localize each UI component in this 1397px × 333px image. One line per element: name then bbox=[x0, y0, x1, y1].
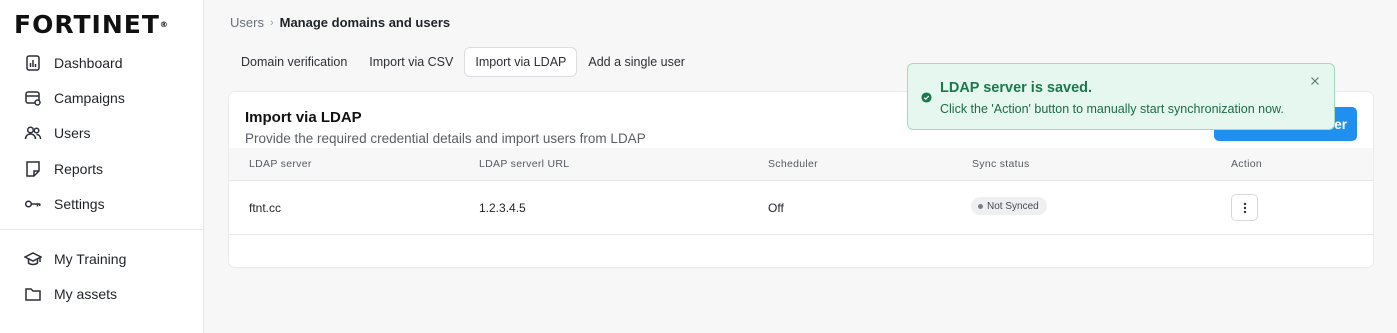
toast-message: Click the 'Action' button to manually st… bbox=[940, 102, 1284, 116]
more-vertical-icon bbox=[1243, 202, 1246, 213]
graduation-cap-icon bbox=[24, 252, 42, 266]
sidebar-divider bbox=[0, 229, 203, 230]
sidebar: FORTINET® Dashboard Campaigns Users Repo… bbox=[0, 0, 204, 333]
sidebar-item-my-training[interactable]: My Training bbox=[24, 246, 194, 272]
sidebar-item-label: Settings bbox=[54, 196, 105, 212]
table-header: LDAP server LDAP serverl URL Scheduler S… bbox=[229, 148, 1373, 181]
sidebar-item-label: My Training bbox=[54, 251, 127, 267]
card-subtitle: Provide the required credential details … bbox=[245, 131, 646, 146]
cell-ldap-server: ftnt.cc bbox=[249, 201, 282, 215]
tab-import-via-ldap[interactable]: Import via LDAP bbox=[464, 47, 578, 77]
sidebar-item-reports[interactable]: Reports bbox=[24, 156, 194, 182]
campaigns-icon bbox=[25, 91, 41, 106]
column-header-ldap-server: LDAP server bbox=[249, 158, 312, 170]
key-icon bbox=[24, 200, 41, 208]
sidebar-item-label: Dashboard bbox=[54, 55, 123, 71]
column-header-scheduler: Scheduler bbox=[768, 158, 818, 170]
tab-import-via-csv[interactable]: Import via CSV bbox=[358, 47, 464, 77]
column-header-action: Action bbox=[1231, 158, 1262, 170]
sidebar-item-settings[interactable]: Settings bbox=[24, 191, 194, 217]
column-header-sync-status: Sync status bbox=[972, 158, 1030, 170]
status-dot-icon bbox=[978, 203, 983, 209]
tab-domain-verification[interactable]: Domain verification bbox=[230, 47, 358, 77]
column-header-ldap-url: LDAP serverl URL bbox=[479, 158, 570, 170]
success-toast: LDAP server is saved. Click the 'Action'… bbox=[907, 63, 1335, 130]
sidebar-item-users[interactable]: Users bbox=[24, 120, 194, 146]
folder-icon bbox=[25, 288, 41, 301]
toast-title: LDAP server is saved. bbox=[940, 80, 1093, 96]
sidebar-item-campaigns[interactable]: Campaigns bbox=[24, 85, 194, 111]
dashboard-icon bbox=[26, 55, 40, 71]
breadcrumb: Users › Manage domains and users bbox=[230, 15, 450, 30]
sidebar-item-my-assets[interactable]: My assets bbox=[24, 281, 194, 307]
breadcrumb-current: Manage domains and users bbox=[279, 15, 451, 30]
chevron-right-icon: › bbox=[269, 16, 274, 29]
cell-ldap-url: 1.2.3.4.5 bbox=[479, 201, 526, 215]
users-icon bbox=[24, 126, 42, 140]
sidebar-item-label: Campaigns bbox=[54, 90, 125, 106]
close-icon[interactable] bbox=[1308, 74, 1322, 88]
card-title: Import via LDAP bbox=[245, 109, 362, 126]
status-badge-label: Not Synced bbox=[987, 200, 1039, 212]
sidebar-item-label: My assets bbox=[54, 286, 118, 302]
fortinet-logo[interactable]: FORTINET® bbox=[14, 12, 190, 38]
sidebar-item-dashboard[interactable]: Dashboard bbox=[24, 50, 194, 76]
tab-bar: Domain verification Import via CSV Impor… bbox=[230, 47, 696, 77]
tab-add-single-user[interactable]: Add a single user bbox=[577, 47, 696, 77]
status-badge: Not Synced bbox=[971, 197, 1047, 215]
row-action-menu-button[interactable] bbox=[1231, 194, 1258, 221]
sidebar-item-label: Users bbox=[54, 125, 91, 141]
table-row: ftnt.cc 1.2.3.4.5 Off Not Synced bbox=[229, 181, 1373, 235]
reports-icon bbox=[26, 161, 40, 177]
breadcrumb-root[interactable]: Users bbox=[230, 15, 264, 30]
cell-scheduler: Off bbox=[768, 201, 784, 215]
sidebar-item-label: Reports bbox=[54, 161, 104, 177]
check-circle-icon bbox=[921, 92, 932, 103]
